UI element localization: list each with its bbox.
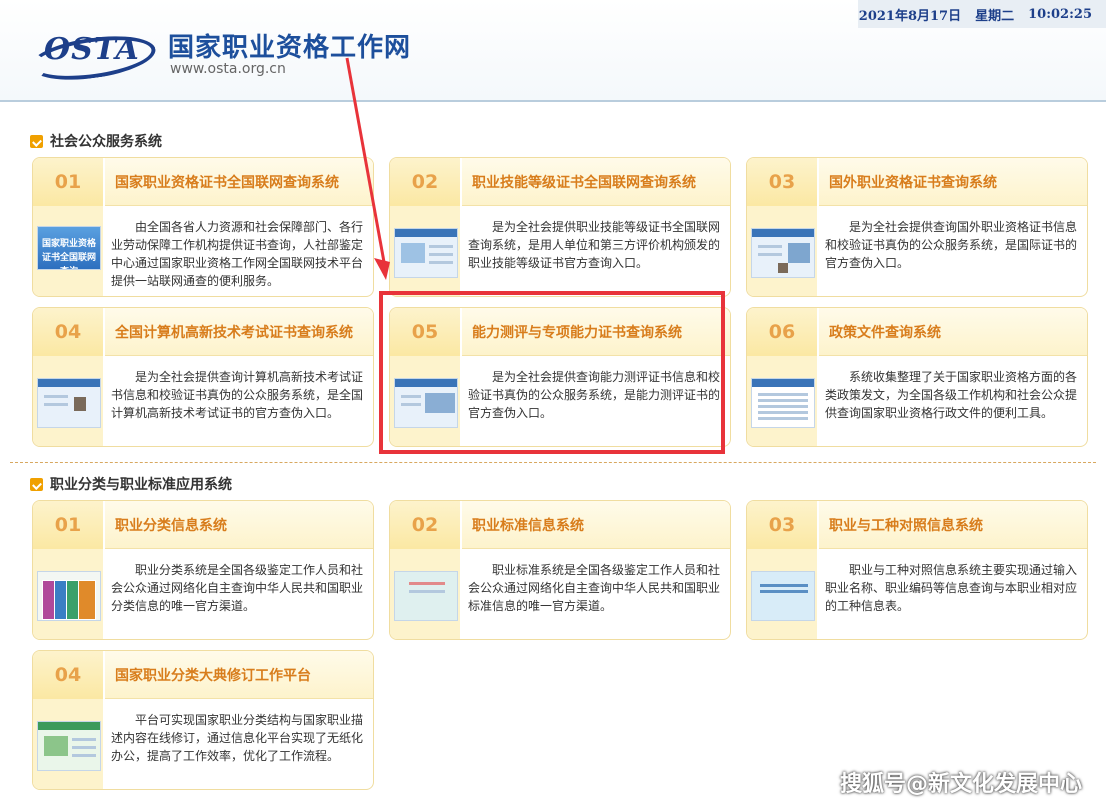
card-description: 职业与工种对照信息系统主要实现通过输入职业名称、职业编码等信息查询与本职业相对应… — [825, 563, 1078, 613]
card-title[interactable]: 职业与工种对照信息系统 — [819, 501, 1087, 549]
card-thumbnail[interactable] — [37, 571, 101, 621]
card-number: 04 — [33, 651, 103, 699]
card-number: 03 — [747, 501, 817, 549]
card-title[interactable]: 国家职业分类大典修订工作平台 — [105, 651, 373, 699]
section-bullet-icon — [30, 477, 43, 491]
section-divider — [10, 462, 1096, 463]
card-title[interactable]: 职业标准信息系统 — [462, 501, 730, 549]
card-thumbnail[interactable] — [37, 721, 101, 771]
card-number: 02 — [390, 501, 460, 549]
service-card[interactable]: 01 职业分类信息系统 职业分类系统是全国各级鉴定工作人员和社会公众通过网络化自… — [32, 500, 374, 640]
service-card[interactable]: 04 国家职业分类大典修订工作平台 平台可实现国家职业分类结构与国家职业描述内容… — [32, 650, 374, 790]
card-thumbnail[interactable] — [751, 571, 815, 621]
watermark: 搜狐号@新文化发展中心 — [839, 772, 1082, 797]
service-card[interactable]: 02 职业标准信息系统 职业标准系统是全国各级鉴定工作人员和社会公众通过网络化自… — [389, 500, 731, 640]
section-title-occupation-standards: 职业分类与职业标准应用系统 — [30, 474, 232, 494]
card-thumbnail[interactable] — [394, 571, 458, 621]
card-description: 职业标准系统是全国各级鉴定工作人员和社会公众通过网络化自主查询中华人民共和国职业… — [468, 563, 721, 613]
card-number: 01 — [33, 501, 103, 549]
card-description: 职业分类系统是全国各级鉴定工作人员和社会公众通过网络化自主查询中华人民共和国职业… — [111, 563, 364, 613]
card-title[interactable]: 职业分类信息系统 — [105, 501, 373, 549]
card-description: 平台可实现国家职业分类结构与国家职业描述内容在线修订，通过信息化平台实现了无纸化… — [111, 713, 364, 763]
service-card[interactable]: 03 职业与工种对照信息系统 职业与工种对照信息系统主要实现通过输入职业名称、职… — [746, 500, 1088, 640]
